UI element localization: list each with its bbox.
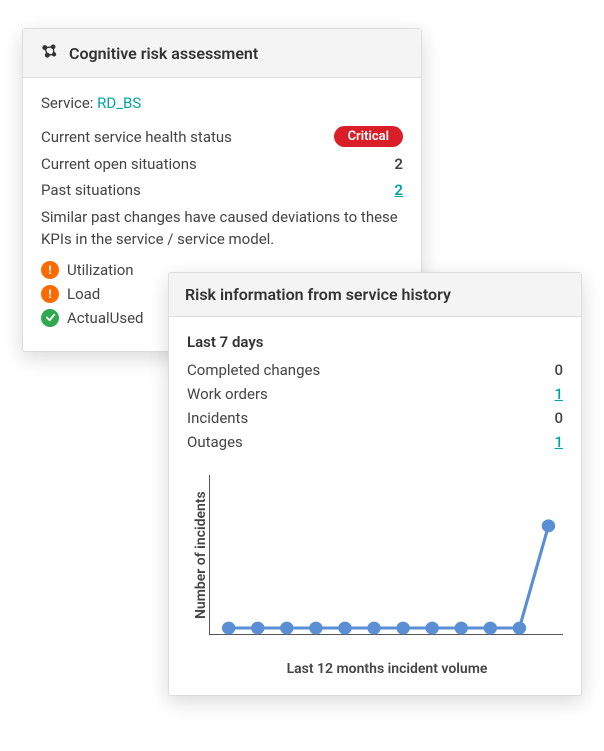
chart-svg [210,475,563,634]
completed-changes-row: Completed changes 0 [187,361,563,379]
row-label: Outages [187,433,243,451]
status-label: Current service health status [41,128,334,146]
kpi-label: Load [67,285,100,303]
risk-history-card: Risk information from service history La… [168,272,582,696]
row-label: Work orders [187,385,268,403]
warning-icon [41,261,59,279]
past-situations-label: Past situations [41,181,394,199]
row-value-link[interactable]: 1 [554,385,563,403]
card-header: Risk information from service history [169,273,581,317]
card-title: Risk information from service history [185,285,451,304]
service-link[interactable]: RD_BS [97,94,141,112]
open-situations-label: Current open situations [41,155,394,173]
row-label: Completed changes [187,361,320,379]
kpi-label: Utilization [67,261,134,279]
card-title: Cognitive risk assessment [69,44,258,63]
checkmark-icon [41,309,59,327]
chart-container: Number of incidents [187,475,563,635]
row-value-link[interactable]: 1 [554,433,563,451]
open-situations-value: 2 [394,155,403,173]
row-value: 0 [554,361,563,379]
status-row: Current service health status Critical [41,126,403,147]
card-header: Cognitive risk assessment [23,29,421,78]
card-body: Last 7 days Completed changes 0 Work ord… [169,317,581,695]
past-situations-row: Past situations 2 [41,181,403,199]
row-label: Incidents [187,409,248,427]
chart-x-axis-label: Last 12 months incident volume [211,661,563,677]
kpi-label: ActualUsed [67,309,144,327]
work-orders-row: Work orders 1 [187,385,563,403]
incident-volume-chart [209,475,563,635]
past-situations-link[interactable]: 2 [394,181,403,199]
row-value: 0 [554,409,563,427]
service-line: Service: RD_BS [41,94,403,112]
outages-row: Outages 1 [187,433,563,451]
incidents-row: Incidents 0 [187,409,563,427]
warning-icon [41,285,59,303]
chart-y-axis-label: Number of incidents [187,475,209,635]
open-situations-row: Current open situations 2 [41,155,403,173]
service-label: Service: [41,94,93,112]
last-7-days-title: Last 7 days [187,333,563,351]
cognitive-icon [39,41,59,65]
kpi-description: Similar past changes have caused deviati… [41,207,403,251]
status-badge: Critical [334,126,403,147]
